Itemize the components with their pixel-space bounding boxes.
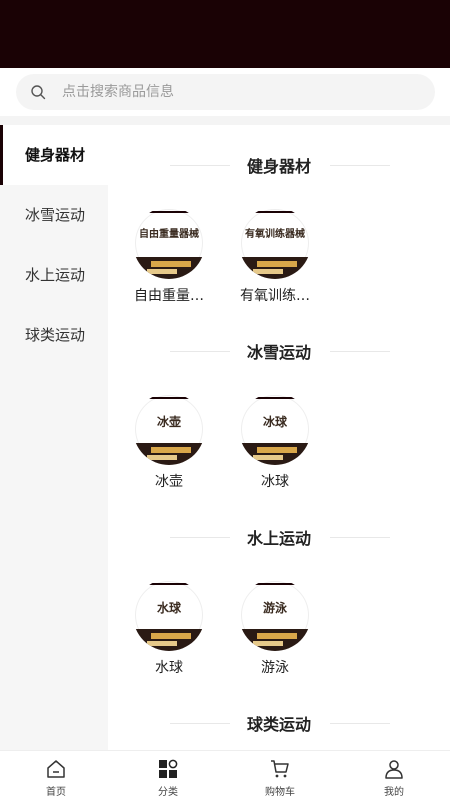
search-icon bbox=[31, 85, 46, 100]
product-name: 有氧训练… bbox=[240, 288, 310, 304]
search-box[interactable]: 点击搜索商品信息 bbox=[16, 74, 435, 110]
product-name: 自由重量… bbox=[134, 288, 204, 304]
product-name: 水球 bbox=[155, 660, 183, 676]
search-bar-container: 点击搜索商品信息 bbox=[0, 68, 450, 118]
product-name: 冰壶 bbox=[155, 474, 183, 490]
divider bbox=[170, 723, 230, 724]
divider bbox=[170, 537, 230, 538]
tab-cart[interactable]: 购物车 bbox=[224, 751, 336, 802]
divider bbox=[330, 351, 390, 352]
tab-profile[interactable]: 我的 bbox=[338, 751, 450, 802]
product-item[interactable]: 游泳 游泳 bbox=[235, 579, 315, 677]
user-icon bbox=[385, 760, 403, 779]
product-item[interactable]: 水球 水球 bbox=[129, 579, 209, 677]
divider bbox=[330, 165, 390, 166]
sidebar-item-snow[interactable]: 冰雪运动 bbox=[0, 185, 108, 245]
cart-icon bbox=[271, 760, 289, 778]
section-title: 冰雪运动 bbox=[108, 339, 450, 363]
category-icon bbox=[159, 759, 178, 778]
product-name: 游泳 bbox=[261, 660, 289, 676]
sidebar-item-water[interactable]: 水上运动 bbox=[0, 245, 108, 305]
product-item[interactable]: 自由重量器械 自由重量… bbox=[129, 207, 209, 305]
section-title: 健身器材 bbox=[108, 153, 450, 177]
home-icon bbox=[47, 760, 65, 778]
divider bbox=[170, 165, 230, 166]
category-content: 健身器材 自由重量器械 自由重量… 有氧训练器械 有氧训练… 冰雪运动 冰壶 冰… bbox=[108, 125, 450, 750]
product-thumbnail: 水球 bbox=[133, 579, 205, 651]
status-bar bbox=[0, 0, 450, 68]
product-thumbnail: 游泳 bbox=[239, 579, 311, 651]
sidebar-item-fitness[interactable]: 健身器材 bbox=[0, 125, 108, 185]
section-title: 水上运动 bbox=[108, 525, 450, 549]
divider bbox=[170, 351, 230, 352]
product-item[interactable]: 冰壶 冰壶 bbox=[129, 393, 209, 491]
divider bbox=[330, 723, 390, 724]
tab-category[interactable]: 分类 bbox=[112, 751, 224, 802]
sidebar-item-ball[interactable]: 球类运动 bbox=[0, 305, 108, 365]
product-thumbnail: 冰球 bbox=[239, 393, 311, 465]
section-title: 球类运动 bbox=[108, 711, 450, 735]
product-thumbnail: 自由重量器械 bbox=[133, 207, 205, 279]
divider bbox=[330, 537, 390, 538]
search-input[interactable]: 点击搜索商品信息 bbox=[62, 74, 174, 110]
product-thumbnail: 有氧训练器械 bbox=[239, 207, 311, 279]
category-sidebar: 健身器材 冰雪运动 水上运动 球类运动 bbox=[0, 125, 108, 750]
product-name: 冰球 bbox=[261, 474, 289, 490]
tab-home[interactable]: 首页 bbox=[0, 751, 112, 802]
product-item[interactable]: 有氧训练器械 有氧训练… bbox=[235, 207, 315, 305]
product-item[interactable]: 冰球 冰球 bbox=[235, 393, 315, 491]
product-thumbnail: 冰壶 bbox=[133, 393, 205, 465]
bottom-tab-bar: 首页 分类 购物车 我的 bbox=[0, 750, 450, 802]
